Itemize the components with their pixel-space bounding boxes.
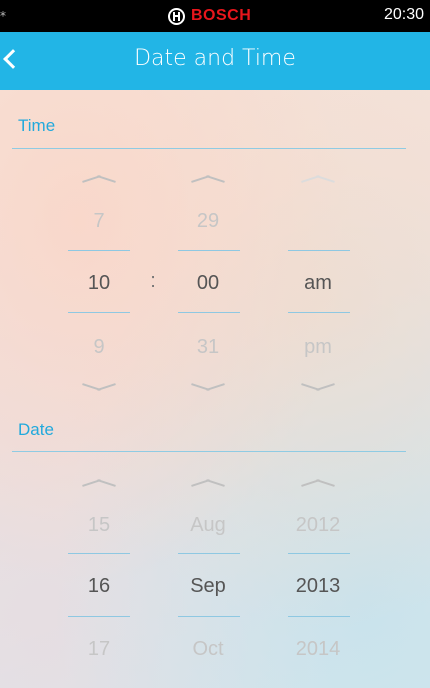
minute-next: 31 <box>196 336 220 358</box>
period-divider-bottom <box>288 312 350 313</box>
year-increment-chevron-up-icon[interactable] <box>300 476 336 490</box>
month-divider-bottom <box>178 616 240 617</box>
brand-name: BOSCH <box>191 7 252 24</box>
day-value[interactable]: 16 <box>59 575 139 598</box>
title-bar: Date and Time <box>0 32 430 90</box>
hour-previous: 7 <box>93 210 105 232</box>
month-increment-chevron-up-icon[interactable] <box>190 476 226 490</box>
minute-value[interactable]: 00 <box>168 272 248 295</box>
content: Time 7 10 9 : 29 00 31 am pm Date 15 16 … <box>0 90 430 688</box>
time-section-divider <box>12 148 406 149</box>
day-divider-bottom <box>68 616 130 617</box>
month-value[interactable]: Sep <box>168 575 248 598</box>
year-value[interactable]: 2013 <box>278 575 358 598</box>
minute-divider-bottom <box>178 312 240 313</box>
month-next: Oct <box>192 638 224 660</box>
hour-divider-top <box>68 250 130 251</box>
period-decrement-chevron-down-icon[interactable] <box>300 380 336 394</box>
date-section-divider <box>12 451 406 452</box>
status-indicator: * <box>0 9 6 23</box>
time-separator: : <box>150 270 156 292</box>
year-divider-top <box>288 553 350 554</box>
status-bar: * BOSCH 20:30 <box>0 0 430 32</box>
year-previous: 2012 <box>295 514 341 536</box>
hour-increment-chevron-up-icon[interactable] <box>81 172 117 186</box>
day-previous: 15 <box>87 514 111 536</box>
day-next: 17 <box>87 638 111 660</box>
bosch-logo-icon <box>168 7 185 25</box>
period-divider-top <box>288 250 350 251</box>
year-next: 2014 <box>295 638 341 660</box>
day-divider-top <box>68 553 130 554</box>
hour-divider-bottom <box>68 312 130 313</box>
page-title: Date and Time <box>134 46 296 71</box>
date-section-label: Date <box>18 420 54 439</box>
hour-next: 9 <box>93 336 105 358</box>
minute-decrement-chevron-down-icon[interactable] <box>190 380 226 394</box>
day-increment-chevron-up-icon[interactable] <box>81 476 117 490</box>
status-time: 20:30 <box>383 6 424 23</box>
year-divider-bottom <box>288 616 350 617</box>
period-value[interactable]: am <box>278 272 358 295</box>
minute-increment-chevron-up-icon[interactable] <box>190 172 226 186</box>
minute-previous: 29 <box>196 210 220 232</box>
hour-value[interactable]: 10 <box>59 272 139 295</box>
hour-decrement-chevron-down-icon[interactable] <box>81 380 117 394</box>
minute-divider-top <box>178 250 240 251</box>
month-divider-top <box>178 553 240 554</box>
brand: BOSCH <box>168 5 251 27</box>
time-section-label: Time <box>18 116 56 135</box>
period-next: pm <box>304 336 332 358</box>
period-increment-chevron-up-icon[interactable] <box>300 172 336 186</box>
month-previous: Aug <box>190 514 226 536</box>
